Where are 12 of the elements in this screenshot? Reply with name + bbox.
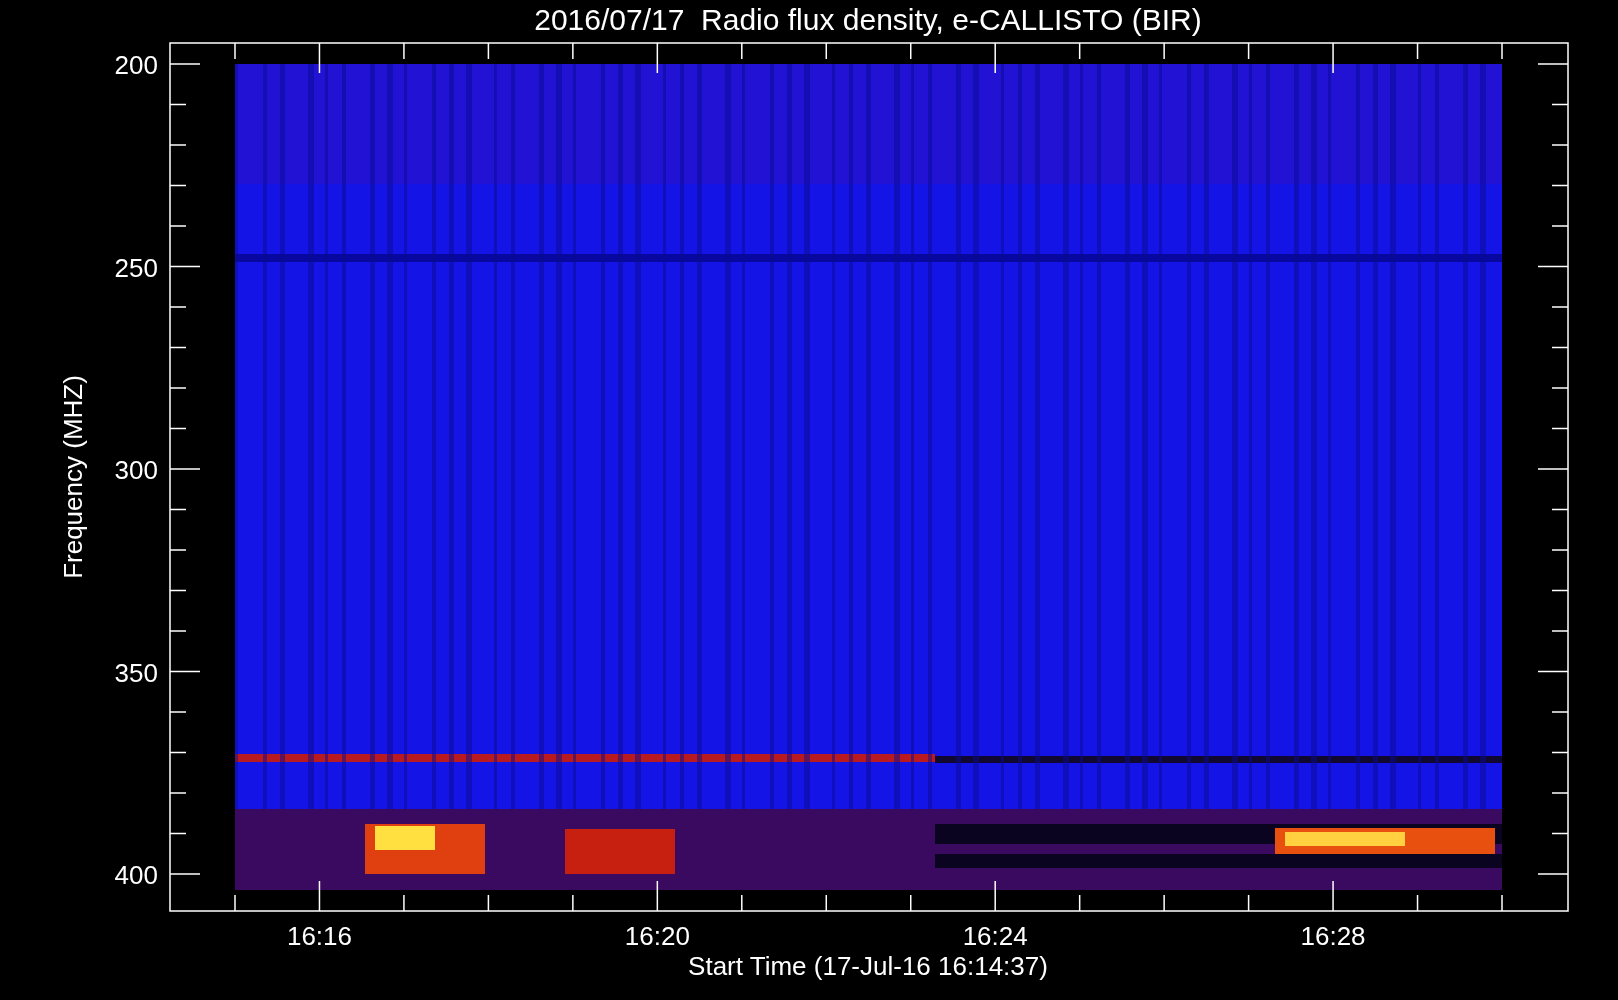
y-tick-label: 400 [114, 860, 158, 890]
y-axis-label: Frequency (MHZ) [58, 375, 88, 579]
x-tick-label: 16:24 [962, 921, 1028, 951]
y-tick-label: 300 [114, 455, 158, 485]
chart-title: 2016/07/17 Radio flux density, e-CALLISTO (BIR) [534, 3, 1202, 36]
y-tick-label: 350 [114, 657, 158, 688]
x-tick-label: 16:28 [1300, 921, 1366, 951]
x-tick-label: 16:16 [286, 921, 352, 951]
y-tick-label: 200 [114, 50, 158, 80]
y-tick-label: 250 [114, 252, 158, 283]
x-tick-label: 16:20 [624, 921, 690, 951]
x-axis-label: Start Time (17-Jul-16 16:14:37) [688, 951, 1048, 981]
